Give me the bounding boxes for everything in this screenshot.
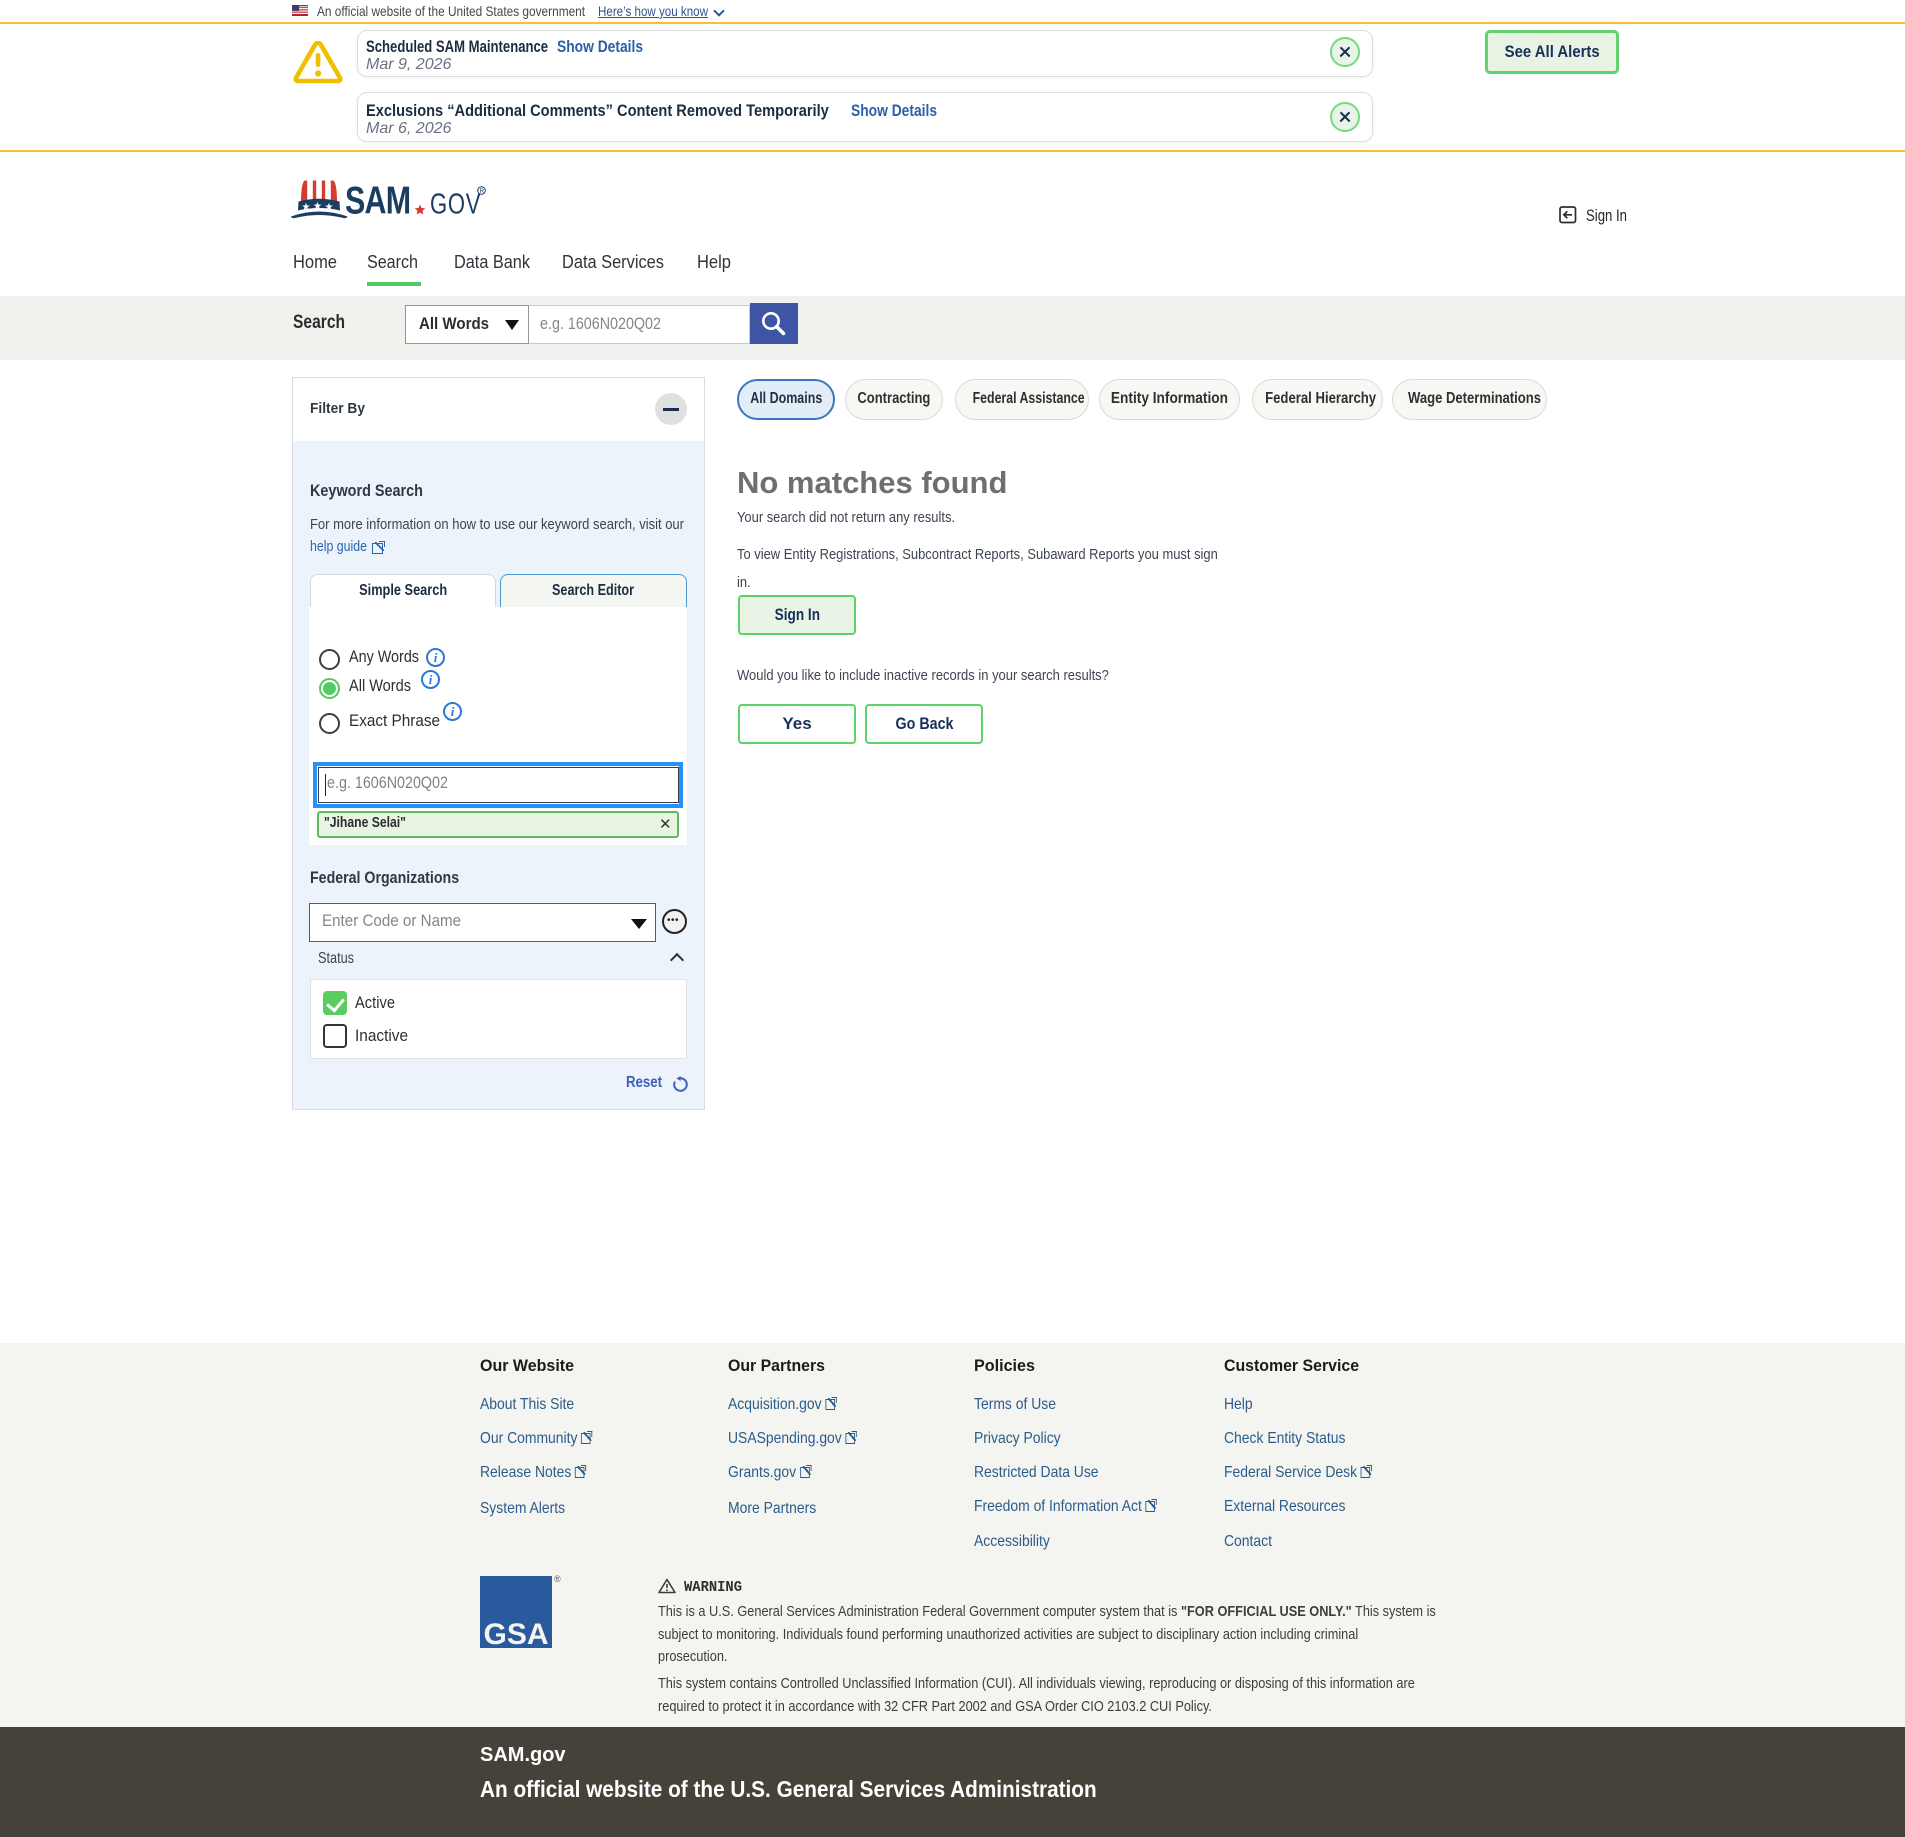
svg-text:GOV: GOV [430,189,481,221]
svg-text:R: R [480,189,485,195]
svg-text:SAM: SAM [345,179,410,221]
